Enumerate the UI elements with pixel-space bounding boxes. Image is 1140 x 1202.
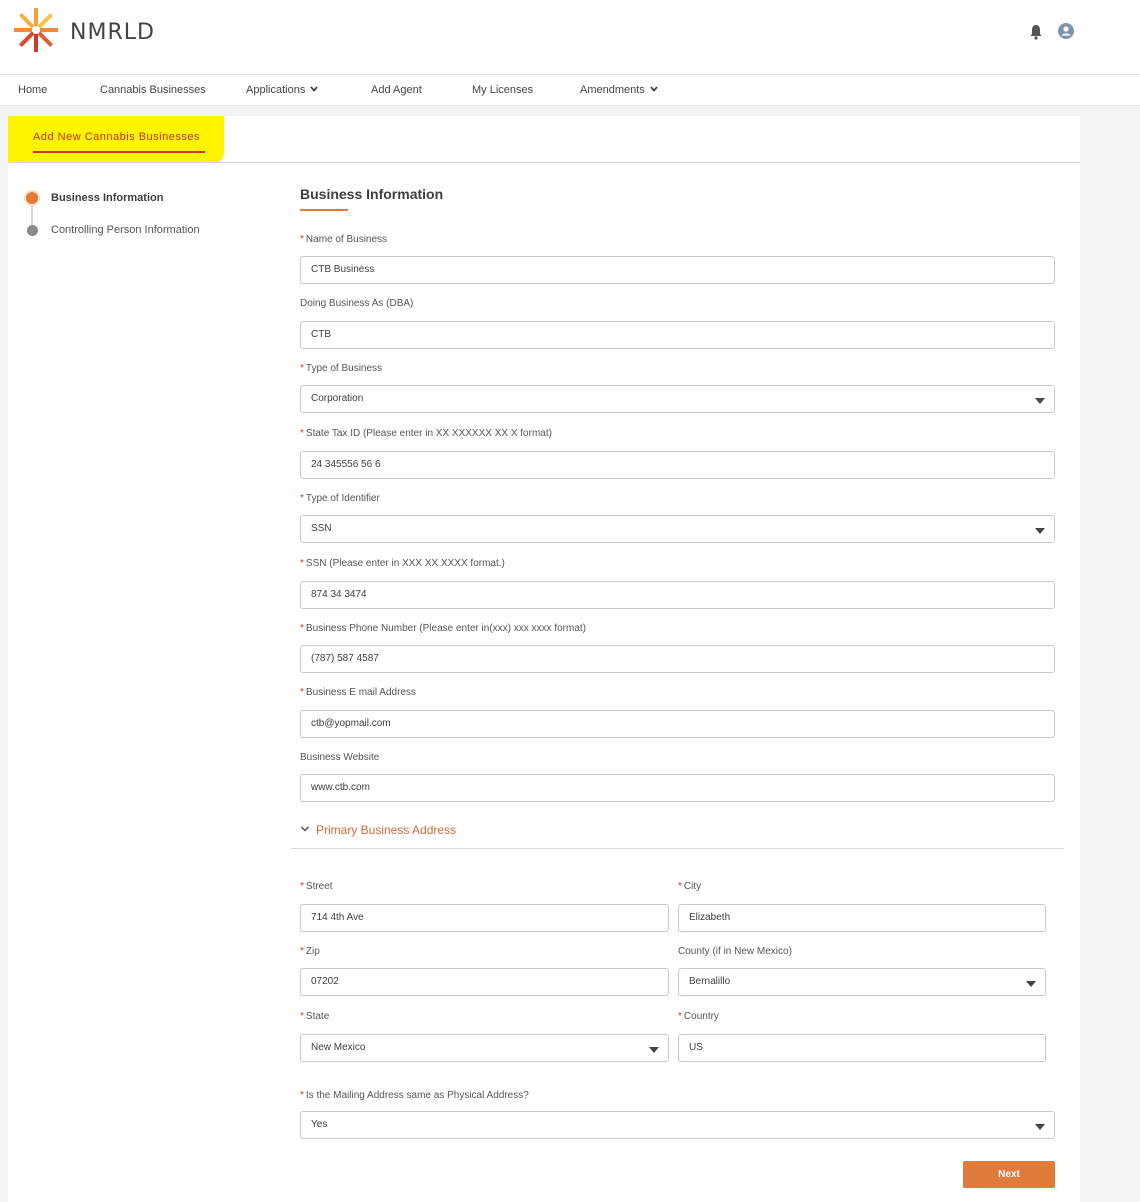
business-phone-label-text: Business Phone Number (Please enter in(x… xyxy=(305,623,587,634)
tab-label: Add New Cannabis Businesses xyxy=(33,131,200,143)
step-controlling-person-information[interactable]: Controlling Person Information xyxy=(51,224,200,236)
step-indicator-inactive xyxy=(27,225,38,236)
required-marker: * xyxy=(300,234,304,245)
nav-my-licenses[interactable]: My Licenses xyxy=(472,84,533,96)
step-indicator-active xyxy=(26,192,38,204)
bell-icon[interactable] xyxy=(1029,24,1043,40)
dropdown-caret-icon xyxy=(1035,1124,1045,1130)
tab-add-new-cannabis-businesses[interactable]: Add New Cannabis Businesses xyxy=(8,116,224,163)
type-of-identifier-select[interactable]: SSN xyxy=(300,515,1055,543)
state-select[interactable]: New Mexico xyxy=(300,1034,669,1062)
chevron-down-icon xyxy=(300,826,310,832)
county-label: County (if in New Mexico) xyxy=(678,946,792,957)
state-tax-id-input[interactable]: 24 345556 56 6 xyxy=(300,451,1055,479)
city-label: * City xyxy=(678,881,701,892)
user-avatar-icon[interactable] xyxy=(1058,23,1074,39)
zip-label-text: Zip xyxy=(305,946,320,957)
city-label-text: City xyxy=(683,881,702,892)
state-label: * State xyxy=(300,1011,329,1022)
required-marker: * xyxy=(300,687,304,698)
business-phone-label: * Business Phone Number (Please enter in(… xyxy=(300,623,586,634)
mailing-same-select[interactable]: Yes xyxy=(300,1111,1055,1139)
nav-applications-label: Applications xyxy=(246,84,306,96)
nav-amendments[interactable]: Amendments xyxy=(580,84,658,96)
street-input[interactable]: 714 4th Ave xyxy=(300,904,669,932)
mailing-same-label-text: Is the Mailing Address same as Physical … xyxy=(305,1090,529,1101)
dba-input[interactable]: CTB xyxy=(300,321,1055,349)
type-of-business-value: Corporation xyxy=(311,393,364,404)
main-navigation: Home Cannabis Businesses Applications Ad… xyxy=(0,74,1140,106)
state-label-text: State xyxy=(305,1011,330,1022)
business-email-label-text: Business E mail Address xyxy=(305,687,416,698)
required-marker: * xyxy=(300,363,304,374)
nav-add-agent[interactable]: Add Agent xyxy=(371,84,422,96)
nav-amendments-label: Amendments xyxy=(580,84,645,96)
dropdown-caret-icon xyxy=(1035,528,1045,534)
mailing-same-label: * Is the Mailing Address same as Physical… xyxy=(300,1090,529,1101)
required-marker: * xyxy=(300,558,304,569)
street-label: * Street xyxy=(300,881,333,892)
street-label-text: Street xyxy=(305,881,333,892)
mailing-same-value: Yes xyxy=(311,1119,328,1130)
business-website-input[interactable]: www.ctb.com xyxy=(300,774,1055,802)
city-input[interactable]: Elizabeth xyxy=(678,904,1046,932)
required-marker: * xyxy=(300,1011,304,1022)
required-marker: * xyxy=(300,493,304,504)
name-of-business-input[interactable]: CTB Business xyxy=(300,256,1055,284)
business-phone-input[interactable]: (787) 587 4587 xyxy=(300,645,1055,673)
top-header: NMRLD xyxy=(0,0,1140,74)
type-of-identifier-label-text: Type of Identifier xyxy=(305,493,380,504)
business-website-label: Business Website xyxy=(300,752,380,763)
state-tax-id-label-text: State Tax ID (Please enter in XX XXXXXX … xyxy=(305,428,552,439)
primary-business-address-toggle[interactable]: Primary Business Address xyxy=(300,823,456,837)
zip-input[interactable]: 07202 xyxy=(300,968,669,996)
name-of-business-label: * Name of Business xyxy=(300,234,387,245)
tab-active-indicator xyxy=(33,151,205,153)
required-marker: * xyxy=(300,623,304,634)
section-title: Business Information xyxy=(300,186,444,202)
type-of-business-label-text: Type of Business xyxy=(305,363,383,374)
brand-name: NMRLD xyxy=(70,20,155,45)
business-email-label: * Business E mail Address xyxy=(300,687,416,698)
zip-label: * Zip xyxy=(300,946,320,957)
required-marker: * xyxy=(300,881,304,892)
dropdown-caret-icon xyxy=(1035,398,1045,404)
type-of-business-label: * Type of Business xyxy=(300,363,382,374)
ssn-label-text: SSN (Please enter in XXX XX XXXX format.… xyxy=(305,558,505,569)
county-value: Bernalillo xyxy=(689,976,731,987)
required-marker: * xyxy=(678,881,682,892)
type-of-identifier-label: * Type of Identifier xyxy=(300,493,380,504)
nav-home[interactable]: Home xyxy=(18,84,47,96)
section-title-underline xyxy=(300,209,348,211)
required-marker: * xyxy=(300,428,304,439)
starburst-logo-icon xyxy=(14,8,58,52)
required-marker: * xyxy=(678,1011,682,1022)
dropdown-caret-icon xyxy=(1026,981,1036,987)
ssn-input[interactable]: 874 34 3474 xyxy=(300,581,1055,609)
state-value: New Mexico xyxy=(311,1042,366,1053)
ssn-label: * SSN (Please enter in XXX XX XXXX format… xyxy=(300,558,505,569)
country-label-text: Country xyxy=(683,1011,719,1022)
required-marker: * xyxy=(300,946,304,957)
nav-cannabis-businesses[interactable]: Cannabis Businesses xyxy=(100,84,206,96)
next-button[interactable]: Next xyxy=(963,1161,1055,1188)
type-of-identifier-value: SSN xyxy=(311,523,332,534)
required-marker: * xyxy=(300,1090,304,1101)
name-of-business-label-text: Name of Business xyxy=(305,234,388,245)
address-divider xyxy=(291,848,1064,849)
dba-label: Doing Business As (DBA) xyxy=(300,298,414,309)
chevron-down-icon xyxy=(650,86,658,92)
primary-business-address-heading: Primary Business Address xyxy=(316,823,457,837)
state-tax-id-label: * State Tax ID (Please enter in XX XXXXXX… xyxy=(300,428,552,439)
nav-applications[interactable]: Applications xyxy=(246,84,318,96)
country-input[interactable]: US xyxy=(678,1034,1046,1062)
business-email-input[interactable]: ctb@yopmail.com xyxy=(300,710,1055,738)
tab-divider xyxy=(8,162,1080,163)
dropdown-caret-icon xyxy=(649,1047,659,1053)
country-label: * Country xyxy=(678,1011,719,1022)
step-business-information[interactable]: Business Information xyxy=(51,192,163,204)
chevron-down-icon xyxy=(310,86,318,92)
type-of-business-select[interactable]: Corporation xyxy=(300,385,1055,413)
county-select[interactable]: Bernalillo xyxy=(678,968,1046,996)
